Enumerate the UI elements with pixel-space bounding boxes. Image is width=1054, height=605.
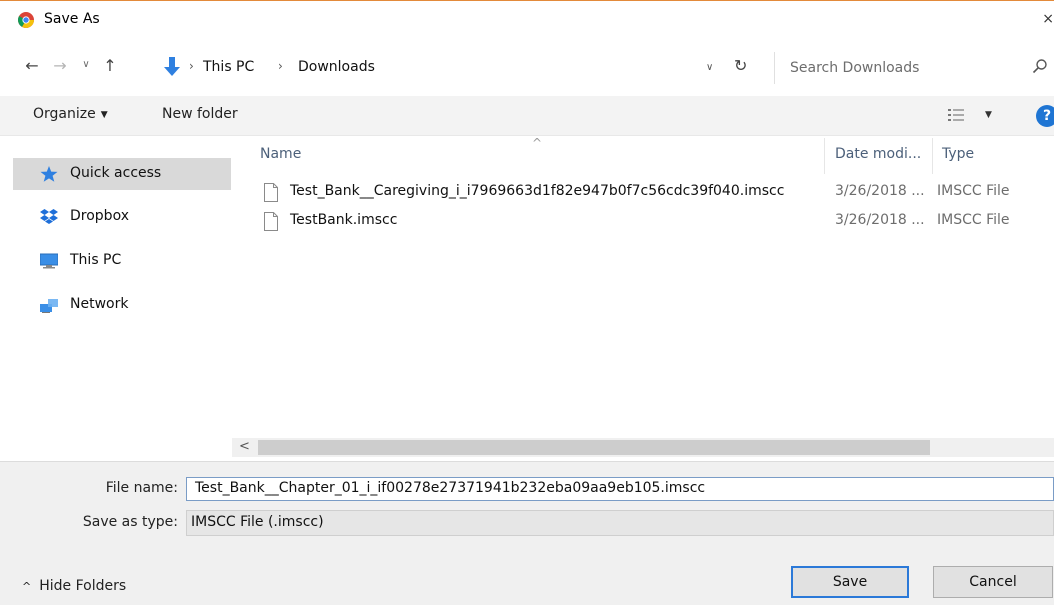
save-form: File name: Test_Bank__Chapter_01_i_if002… bbox=[0, 461, 1054, 605]
computer-icon bbox=[40, 253, 58, 269]
file-type: IMSCC File bbox=[937, 212, 1010, 228]
network-icon bbox=[40, 299, 58, 313]
breadcrumb-separator: › bbox=[189, 59, 194, 73]
search-placeholder: Search Downloads bbox=[790, 60, 920, 76]
file-name: Test_Bank__Caregiving_i_i7969663d1f82e94… bbox=[290, 183, 785, 199]
dropbox-icon bbox=[40, 209, 58, 224]
save-as-type-select[interactable]: IMSCC File (.imscc) bbox=[186, 510, 1054, 536]
file-name-label: File name: bbox=[105, 480, 178, 496]
file-name-value: Test_Bank__Chapter_01_i_if00278e27371941… bbox=[195, 480, 706, 496]
sidebar-item-this-pc[interactable]: This PC bbox=[13, 245, 231, 277]
address-bar[interactable]: › This PC › Downloads ∨ ↻ bbox=[162, 52, 764, 82]
file-row[interactable]: Test_Bank__Caregiving_i_i7969663d1f82e94… bbox=[260, 181, 1054, 205]
organize-caret-icon: ▼ bbox=[100, 110, 108, 120]
organize-label: Organize bbox=[33, 106, 96, 122]
hide-folders-button[interactable]: ^ Hide Folders bbox=[22, 578, 126, 594]
save-button[interactable]: Save bbox=[791, 566, 909, 598]
hide-folders-label: Hide Folders bbox=[39, 578, 127, 594]
file-list: ^ Name Date modi... Type Test_Bank__Care… bbox=[232, 136, 1054, 461]
view-dropdown-icon[interactable]: ▼ bbox=[985, 110, 992, 120]
view-options-icon[interactable] bbox=[948, 108, 964, 122]
breadcrumb-separator: › bbox=[278, 59, 283, 73]
file-type: IMSCC File bbox=[937, 183, 1010, 199]
sidebar-item-label: This PC bbox=[70, 252, 122, 268]
file-icon bbox=[264, 183, 278, 202]
sidebar-item-quick-access[interactable]: Quick access bbox=[13, 158, 231, 190]
recent-locations-chevron-icon[interactable]: ∨ bbox=[76, 59, 96, 70]
new-folder-button[interactable]: New folder bbox=[162, 106, 238, 122]
breadcrumb-this-pc[interactable]: This PC bbox=[203, 59, 254, 75]
sidebar-item-label: Network bbox=[70, 296, 129, 312]
chevron-up-icon: ^ bbox=[22, 580, 32, 593]
save-as-type-label: Save as type: bbox=[82, 514, 178, 530]
address-dropdown-icon[interactable]: ∨ bbox=[706, 62, 713, 73]
command-toolbar: Organize ▼ New folder ▼ ? bbox=[0, 96, 1054, 136]
file-icon bbox=[264, 212, 278, 231]
cancel-button[interactable]: Cancel bbox=[933, 566, 1053, 598]
column-divider[interactable] bbox=[824, 138, 825, 174]
scroll-left-arrow-icon[interactable]: < bbox=[239, 439, 250, 454]
column-header-type[interactable]: Type bbox=[942, 146, 974, 162]
navigation-pane: Quick access Dropbox This PC Network bbox=[0, 136, 232, 461]
organize-button[interactable]: Organize ▼ bbox=[33, 106, 108, 122]
sidebar-item-label: Dropbox bbox=[70, 208, 129, 224]
file-row[interactable]: TestBank.imscc 3/26/2018 ... IMSCC File bbox=[260, 210, 1054, 234]
chrome-icon bbox=[18, 12, 34, 28]
column-header-name[interactable]: Name bbox=[260, 146, 301, 162]
horizontal-scrollbar[interactable]: < bbox=[232, 438, 1054, 457]
search-input[interactable]: Search Downloads bbox=[774, 52, 1054, 84]
title-bar: Save As × bbox=[0, 0, 1054, 40]
sort-ascending-icon: ^ bbox=[532, 136, 543, 150]
file-name-field[interactable]: Test_Bank__Chapter_01_i_if00278e27371941… bbox=[186, 477, 1054, 501]
scrollbar-thumb[interactable] bbox=[258, 440, 930, 455]
downloads-arrow-icon bbox=[164, 57, 180, 76]
back-button[interactable]: ← bbox=[22, 56, 42, 75]
refresh-icon[interactable]: ↻ bbox=[734, 56, 747, 75]
sidebar-item-network[interactable]: Network bbox=[13, 289, 231, 321]
column-header-date-modified[interactable]: Date modi... bbox=[835, 146, 921, 162]
star-icon bbox=[40, 166, 58, 182]
window-title: Save As bbox=[44, 11, 100, 27]
breadcrumb-downloads[interactable]: Downloads bbox=[298, 59, 375, 75]
file-date-modified: 3/26/2018 ... bbox=[835, 183, 925, 199]
file-date-modified: 3/26/2018 ... bbox=[835, 212, 925, 228]
save-as-type-value: IMSCC File (.imscc) bbox=[191, 514, 324, 530]
close-icon[interactable]: × bbox=[1042, 11, 1054, 27]
file-name: TestBank.imscc bbox=[290, 212, 398, 228]
up-button[interactable]: ↑ bbox=[100, 56, 120, 75]
sidebar-item-label: Quick access bbox=[70, 165, 162, 181]
column-divider[interactable] bbox=[932, 138, 933, 174]
sidebar-item-dropbox[interactable]: Dropbox bbox=[13, 201, 231, 233]
help-icon[interactable]: ? bbox=[1036, 105, 1054, 127]
forward-button[interactable]: → bbox=[50, 56, 70, 75]
search-icon[interactable] bbox=[1032, 58, 1048, 74]
